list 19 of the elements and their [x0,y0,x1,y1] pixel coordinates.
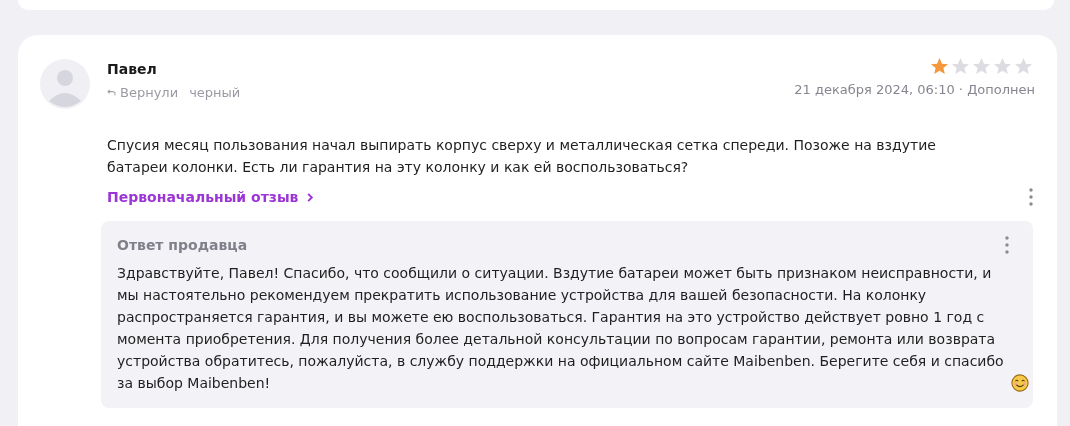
more-options-icon[interactable] [1005,236,1009,254]
seller-reply-text: Здравствуйте, Павел! Спасибо, что сообщили о ситуации. Вздутие батареи может быть признаком неисправности, и мы настоятельно рекомендуем прекратить использование устройства для вашей безопасности. На колонку распространяется гарантия, и вы можете ею воспользоваться. Гарантия на это устройство действует ровно 1 год с момента приобретения. Для получения более детальной консультации по вопросам гарантии, ремонта или возврата устройства обратитесь, пожалуйста, в службу поддержки на официальном сайте Maibenben. Берегите себя и спасибо за выбор Maibenben! [117,264,1005,393]
variant-label: черный [189,85,241,100]
review-date: 21 декабря 2024, 06:10 · Дополнен [794,82,1035,97]
star-icon [972,57,991,76]
author-name: Павел [107,61,158,77]
review-text: Спусия месяц пользования начал выпирать корпус сверху и металлическая сетка спереди. Позоже на вздутие батареи колонки. Есть ли гарантия на эту колонку и как ей воспользоваться? [107,136,937,177]
more-options-icon[interactable] [1029,188,1033,206]
star-icon [930,57,949,76]
return-arrow-icon [107,89,116,96]
seller-reply-title: Ответ продавца [117,237,248,253]
star-icon [1014,57,1033,76]
original-review-link[interactable]: Первоначальный отзыв [107,189,315,205]
avatar-icon [40,59,90,109]
chevron-right-icon [306,191,315,203]
smiling-face-icon [1011,374,1029,392]
return-label: Вернули [120,85,179,100]
star-icon [993,57,1012,76]
star-icon [951,57,970,76]
